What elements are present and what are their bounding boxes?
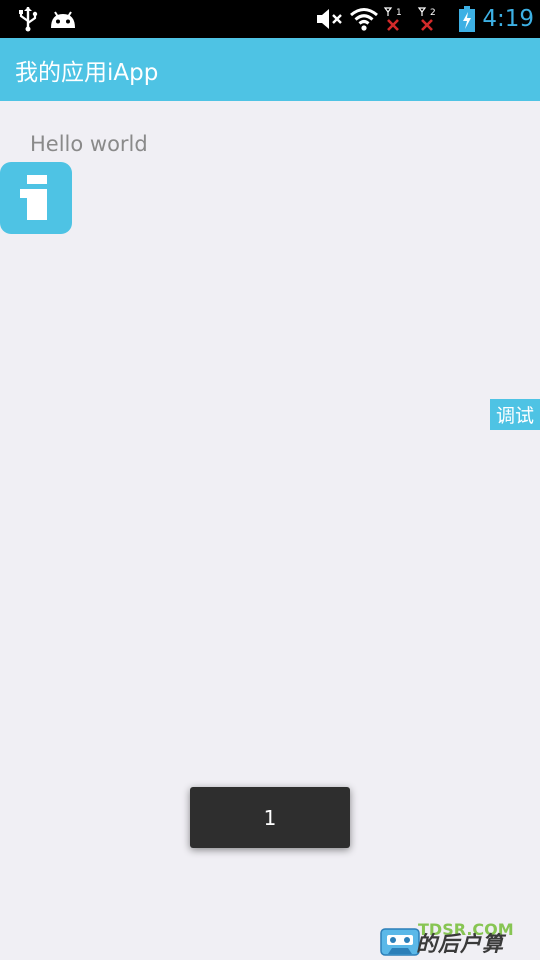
status-time: 4:19 [482,6,534,32]
sim2-no-signal-icon: 2 [416,0,440,38]
status-bar: 1 2 4:19 [0,0,540,38]
app-screen: 1 2 4:19 我的应用iApp Hello world 调试 1 TDSR.… [0,0,540,960]
toast-message: 1 [190,787,350,848]
mute-icon [314,0,344,38]
cassette-logo-icon [380,928,420,956]
sim2-label: 2 [430,8,436,18]
toast-text: 1 [263,805,277,830]
watermark-text: 的后户算 [416,932,504,956]
action-bar: 我的应用iApp [0,38,540,101]
sim1-no-signal-icon: 1 [382,0,406,38]
usb-icon [14,0,42,38]
info-icon [20,175,47,220]
debug-button[interactable]: 调试 [490,399,540,430]
hello-world-text: Hello world [30,132,148,156]
sim1-label: 1 [396,8,402,18]
android-icon [48,0,78,38]
watermark: TDSR.COM 的后户算 [380,920,540,960]
info-floating-button[interactable] [0,162,72,234]
wifi-icon [349,0,379,38]
battery-charging-icon [456,0,478,38]
app-title: 我的应用iApp [15,59,159,86]
